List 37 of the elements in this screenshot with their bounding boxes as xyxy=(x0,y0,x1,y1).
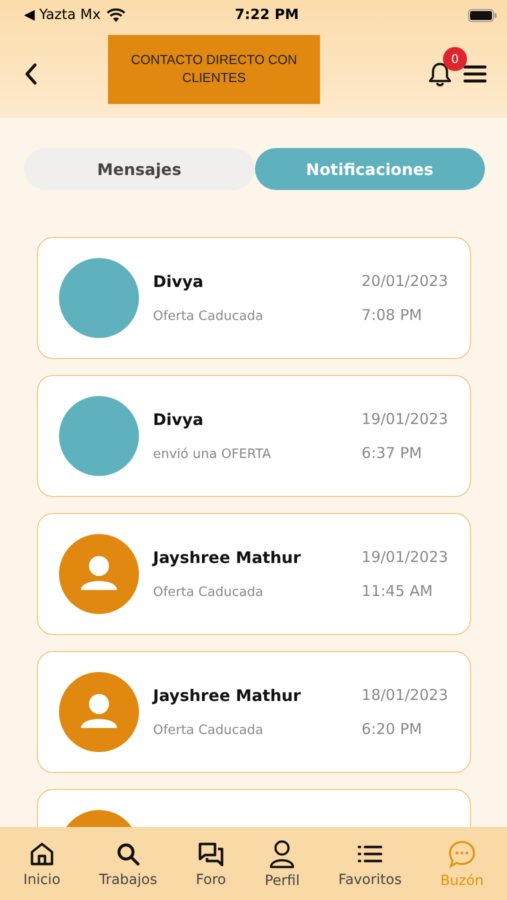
menu-icon[interactable] xyxy=(463,64,487,84)
notification-time: 6:37 PM xyxy=(362,444,422,462)
notification-date: 19/01/2023 xyxy=(362,410,448,428)
clock-time: 7:22 PM xyxy=(234,7,299,23)
notification-count-badge: 0 xyxy=(443,47,467,71)
nav-tab[interactable]: Foro xyxy=(196,840,226,888)
sender-name: Jayshree Mathur xyxy=(153,686,302,705)
wifi-icon xyxy=(106,8,126,22)
notification-time: 7:08 PM xyxy=(362,306,422,324)
sender-name: Divya xyxy=(153,410,204,429)
back-icon[interactable] xyxy=(24,63,38,85)
nav-tab[interactable]: Trabajos xyxy=(99,840,158,888)
sender-name: Divya xyxy=(153,272,204,291)
notification-time: 6:20 PM xyxy=(362,720,422,738)
nav-tab[interactable]: Perfil xyxy=(264,838,300,888)
carrier-name: ◀ Yazta Mx xyxy=(24,7,101,23)
chat-icon xyxy=(446,838,477,868)
battery-icon xyxy=(468,8,497,22)
notification-message: Oferta Caducada xyxy=(153,309,264,324)
person-icon xyxy=(268,838,296,868)
notification-message: envió una OFERTA xyxy=(153,447,272,462)
notification-date: 18/01/2023 xyxy=(362,686,448,704)
notification-message: Oferta Caducada xyxy=(153,723,264,738)
sender-name: Jayshree Mathur xyxy=(153,548,302,567)
notification-time: 11:45 AM xyxy=(362,582,433,600)
notification-card[interactable]: Divya envió una OFERTA 19/01/2023 6:37 PM xyxy=(37,375,471,497)
notification-card[interactable]: Jayshree Mathur Oferta Caducada 19/01/2023 11:45 AM xyxy=(37,513,471,635)
notification-date: 19/01/2023 xyxy=(362,548,448,566)
page-title: CONTACTO DIRECTO CON CLIENTES xyxy=(108,34,320,104)
nav-tab[interactable]: Inicio xyxy=(23,840,60,888)
nav-tab[interactable]: Favoritos xyxy=(338,840,402,888)
notification-message: Oferta Caducada xyxy=(153,585,264,600)
notification-date: 20/01/2023 xyxy=(362,272,448,290)
notification-card[interactable]: Divya Oferta Caducada 20/01/2023 7:08 PM xyxy=(37,237,471,359)
tab[interactable]: Mensajes xyxy=(24,148,254,190)
bell-icon[interactable] xyxy=(427,61,453,87)
notification-card[interactable]: Jayshree Mathur Oferta Caducada 18/01/2023 6:20 PM xyxy=(37,651,471,773)
